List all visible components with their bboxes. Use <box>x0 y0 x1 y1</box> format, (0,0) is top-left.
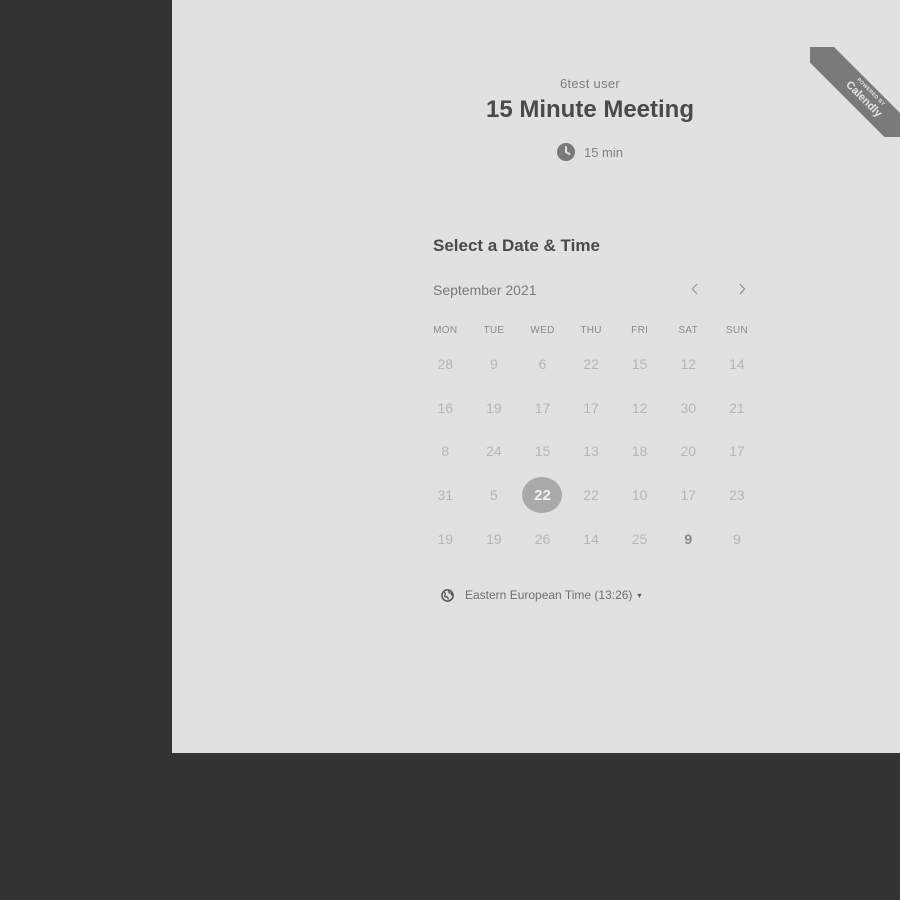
calendar-day: 23 <box>729 487 745 504</box>
chevron-right-icon <box>739 283 746 295</box>
select-date-heading: Select a Date & Time <box>433 236 600 255</box>
weekday-sat: SAT <box>678 325 699 336</box>
month-navigation: September 2021 <box>433 282 753 298</box>
calendar-day: 14 <box>583 531 599 548</box>
calendar-day: 18 <box>631 443 648 460</box>
duration-label: 15 min <box>583 144 624 160</box>
calendar-day: 9 <box>684 531 693 548</box>
timezone-label: Eastern European Time (13:26) <box>465 588 633 602</box>
calendar-day: 22 <box>583 487 599 504</box>
weekday-mon: MON <box>433 325 458 336</box>
calendar-day: 17 <box>680 487 697 504</box>
selected-date-button[interactable]: 22 <box>518 473 567 517</box>
timezone-selector[interactable]: Eastern European Time (13:26) ▾ <box>441 588 641 602</box>
calendar-day: 21 <box>729 399 745 416</box>
calendar-day: 25 <box>631 531 648 548</box>
globe-icon <box>441 588 454 602</box>
weekday-thu: THU <box>580 325 602 336</box>
weekday-sun: SUN <box>725 325 748 336</box>
calendar-day: 9 <box>489 355 498 372</box>
calendar-day: 5 <box>489 487 498 504</box>
calendar-grid: 28 9 6 22 15 12 14 16 19 17 17 12 30 21 8 24 15 13 18 20 17 3… <box>421 342 761 561</box>
calendar-day: 19 <box>486 399 502 416</box>
next-month-button[interactable] <box>732 280 752 300</box>
calendar-day: 6 <box>538 355 547 372</box>
calendar-day: 17 <box>729 443 745 460</box>
calendar-day: 12 <box>680 355 697 372</box>
calendar-day: 20 <box>680 443 697 460</box>
booking-panel: POWERED BY Calendly 6test user 15 Minute… <box>172 0 900 753</box>
calendar-day: 30 <box>680 399 697 416</box>
event-title: 15 Minute Meeting <box>485 96 695 123</box>
weekday-fri: FRI <box>631 325 649 336</box>
calendar-day: 14 <box>729 355 745 372</box>
calendar-day: 19 <box>486 531 502 548</box>
month-label: September 2021 <box>433 282 537 298</box>
previous-month-button[interactable] <box>685 280 705 300</box>
calendar-day: 22 <box>583 355 599 372</box>
clock-icon <box>556 143 575 161</box>
calendar-day: 26 <box>534 531 551 548</box>
selected-date-label: 22 <box>522 477 563 514</box>
calendar-day: 17 <box>534 399 551 416</box>
calendar-day: 10 <box>631 487 648 504</box>
chevron-left-icon <box>691 283 698 295</box>
calendar-day: 12 <box>631 399 648 416</box>
calendar-day: 13 <box>583 443 599 460</box>
calendar-day: 28 <box>437 355 454 372</box>
event-owner: 6test user <box>559 76 621 91</box>
weekday-wed: WED <box>530 325 555 336</box>
calendar-day: 9 <box>732 531 741 548</box>
calendar-day: 8 <box>441 443 450 460</box>
calendar-day: 17 <box>583 399 599 416</box>
caret-down-icon: ▾ <box>637 590 642 600</box>
weekday-tue: TUE <box>483 325 505 336</box>
event-duration: 15 min <box>172 143 900 161</box>
calendar-day: 19 <box>437 531 454 548</box>
calendar-day: 15 <box>631 355 648 372</box>
weekday-header: MON TUE WED THU FRI SAT SUN <box>421 325 761 336</box>
calendar-day: 16 <box>437 399 454 416</box>
calendar-day: 24 <box>486 443 502 460</box>
calendar-day: 31 <box>437 487 454 504</box>
calendar-day: 15 <box>534 443 551 460</box>
